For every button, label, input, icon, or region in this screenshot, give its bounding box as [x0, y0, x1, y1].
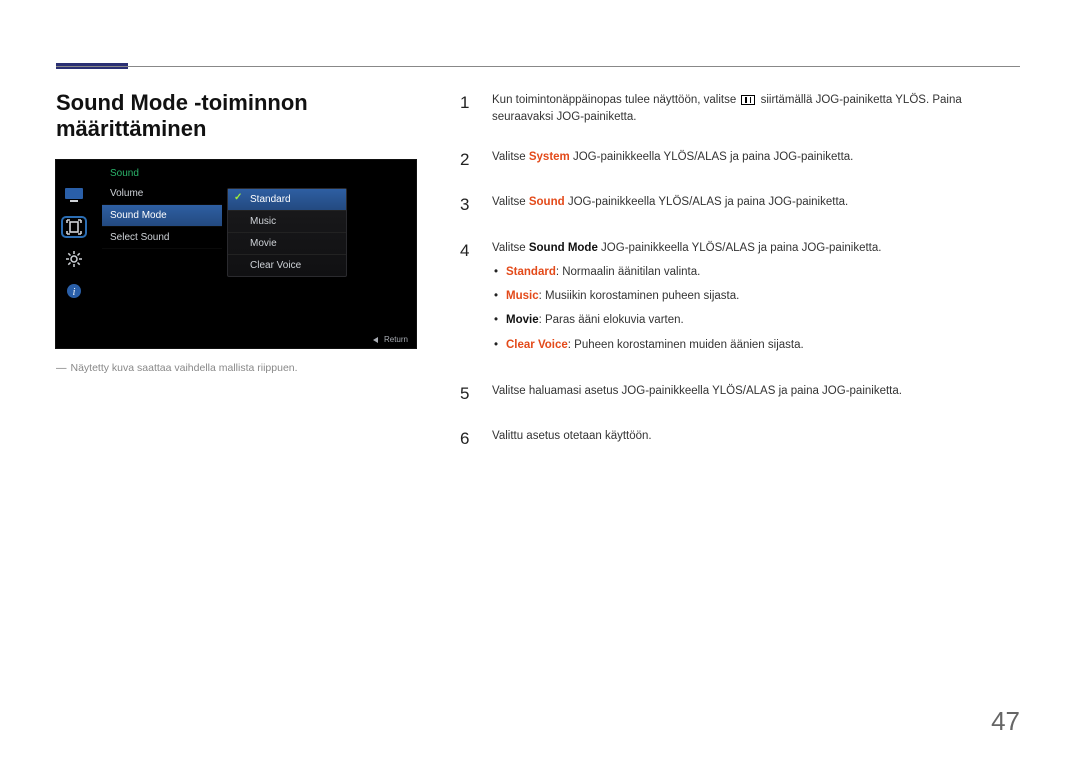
osd-return: Return [373, 335, 408, 344]
step-1: 1 Kun toimintonäppäinopas tulee näyttöön… [460, 90, 1020, 127]
step-4: 4 Valitse Sound Mode JOG-painikkeella YL… [460, 238, 1020, 361]
menu-icon [741, 95, 755, 105]
step-6: 6 Valittu asetus otetaan käyttöön. [460, 426, 1020, 452]
step-number: 1 [460, 90, 474, 127]
osd-menu: Volume Sound Mode Select Sound [102, 183, 222, 249]
osd-menu-item: Volume [102, 183, 222, 205]
step-3: 3 Valitse Sound JOG-painikkeella YLÖS/AL… [460, 192, 1020, 218]
back-triangle-icon [373, 337, 378, 343]
osd-menu-item: Select Sound [102, 227, 222, 249]
bullet-music: Music: Musiikin korostaminen puheen sija… [492, 288, 1020, 305]
osd-option-selected: Standard [228, 189, 346, 211]
osd-screenshot: i Sound Volume Sound Mode Select Sound S… [56, 160, 416, 348]
step-number: 3 [460, 192, 474, 218]
osd-option: Movie [228, 233, 346, 255]
info-icon: i [63, 282, 85, 300]
bullet-movie: Movie: Paras ääni elokuvia varten. [492, 312, 1020, 329]
step-number: 6 [460, 426, 474, 452]
osd-iconbar: i [56, 160, 92, 348]
picture-icon [63, 186, 85, 204]
osd-return-label: Return [384, 335, 408, 344]
section-title: Sound Mode ‑toiminnon määrittäminen [56, 90, 436, 142]
step-2: 2 Valitse System JOG-painikkeella YLÖS/A… [460, 147, 1020, 173]
header-rule [56, 56, 1020, 68]
osd-option: Music [228, 211, 346, 233]
osd-option: Clear Voice [228, 255, 346, 276]
gear-icon [63, 250, 85, 268]
step-number: 4 [460, 238, 474, 361]
step-number: 2 [460, 147, 474, 173]
resize-icon [63, 218, 85, 236]
svg-text:i: i [73, 287, 76, 298]
step-5: 5 Valitse haluamasi asetus JOG-painikkee… [460, 381, 1020, 407]
bullet-clearvoice: Clear Voice: Puheen korostaminen muiden … [492, 337, 1020, 354]
osd-menu-item-selected: Sound Mode [102, 205, 222, 227]
step-number: 5 [460, 381, 474, 407]
image-caption: ―Näytetty kuva saattaa vaihdella mallist… [56, 362, 436, 374]
osd-options: Standard Music Movie Clear Voice [227, 188, 347, 277]
bullet-standard: Standard: Normaalin äänitilan valinta. [492, 264, 1020, 281]
page-number: 47 [991, 706, 1020, 737]
mode-bullets: Standard: Normaalin äänitilan valinta. M… [492, 264, 1020, 354]
osd-title: Sound [92, 160, 416, 183]
